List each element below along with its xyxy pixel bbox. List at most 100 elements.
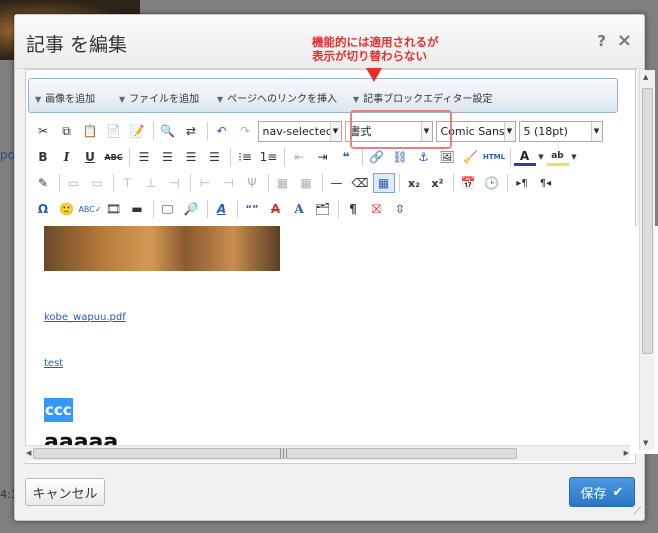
insert-date-icon[interactable]: 📅 [457,173,479,193]
align-center-icon[interactable]: ☰ [157,147,179,167]
page-break-icon[interactable]: ▬ [126,199,148,219]
vertical-scroll-thumb[interactable] [642,88,653,354]
scroll-up-icon[interactable]: ▲ [643,73,648,81]
insert-page-link-button[interactable]: ▼ ページへのリンクを挿入 [217,90,337,105]
toolbar-row-4: Ω 🙂 ABC✓ 🎞 ▬ 🖵 🔎 A “” A A 🗂 ¶ ⛝ ⇳ [32,198,413,220]
copy-icon[interactable]: ⧉ [56,121,78,141]
numbered-list-icon[interactable]: 1≡ [258,147,280,167]
link-icon[interactable]: 🔗 [366,147,388,167]
html-icon[interactable]: HTML [483,147,505,167]
emoticon-icon[interactable]: 🙂 [56,199,78,219]
resize-handle-icon[interactable]: ⟋ [634,506,641,517]
scroll-left-icon[interactable]: ◀ [26,449,31,457]
insert-bar: ▼ 画像を追加 ▼ ファイルを追加 ▼ ページへのリンクを挿入 ▼ 記事ブロックエディタ… [28,78,618,113]
remove-format-icon[interactable]: ⌫ [349,173,371,193]
underline-icon[interactable]: U [79,147,101,167]
insert-time-icon[interactable]: 🕒 [481,173,503,193]
separator [284,148,285,166]
anchor-icon[interactable]: ⚓ [413,147,435,167]
italic-icon[interactable]: I [56,147,78,167]
styles-icon[interactable]: A [211,199,233,219]
indent-icon[interactable]: ⇥ [312,147,334,167]
chevron-down-icon[interactable]: ▼ [537,147,545,167]
show-blocks-icon[interactable]: ¶ [342,199,364,219]
bold-icon[interactable]: B [32,147,54,167]
row-before-icon[interactable]: ⊤ [117,173,139,193]
selected-text[interactable]: ccc [44,398,73,422]
strikethrough-icon[interactable]: ABC [103,147,125,167]
align-left-icon[interactable]: ☰ [133,147,155,167]
nonbreaking-icon[interactable]: ⛝ [366,199,388,219]
table-icon[interactable]: ▦ [372,173,395,193]
add-file-button[interactable]: ▼ ファイルを追加 [119,90,199,105]
special-char-icon[interactable]: Ω [32,199,54,219]
redo-icon[interactable]: ↷ [234,121,256,141]
undo-icon[interactable]: ↶ [211,121,233,141]
save-button[interactable]: 保存 ✔ [569,477,635,507]
toolbar-row-3: ✎ ▭ ▭ ⊤ ⊥ ⊣ ⊢ ⊣ Ψ ▦ ▦ — ⌫ ▦ x₂ x² 📅 🕒 ▸¶… [32,172,558,194]
cancel-button[interactable]: キャンセル [25,478,105,506]
cleanup-icon[interactable]: 🧹 [460,147,482,167]
paste-text-icon[interactable]: 📄 [103,121,125,141]
font-select[interactable]: Comic Sans MS▼ [435,120,516,142]
visual-aid-icon[interactable]: ✎ [32,173,54,193]
chevron-down-icon: ▼ [590,121,602,141]
preview-icon[interactable]: 🔎 [180,199,202,219]
outdent-icon[interactable]: ⇤ [288,147,310,167]
font-icon[interactable]: A [288,199,310,219]
horizontal-scroll-thumb[interactable]: ||| [33,448,517,459]
replace-icon[interactable]: ⇄ [180,121,202,141]
save-label: 保存 [580,486,607,502]
test-link[interactable]: test [44,358,63,369]
align-justify-icon[interactable]: ☰ [204,147,226,167]
help-icon[interactable]: ? [597,32,606,50]
paste-word-icon[interactable]: 📝 [126,121,148,141]
page-layout-icon[interactable]: ⇳ [389,199,411,219]
subscript-icon[interactable]: x₂ [403,173,425,193]
pdf-link[interactable]: kobe_wapuu.pdf [44,312,126,323]
split-cells-icon[interactable]: ▦ [272,173,294,193]
class-select[interactable]: nav-selected ▼ [257,120,342,142]
fullscreen-icon[interactable]: 🖵 [157,199,179,219]
ltr-icon[interactable]: ▸¶ [511,173,533,193]
align-right-icon[interactable]: ☰ [180,147,202,167]
close-icon[interactable]: × [617,30,632,51]
vertical-scrollbar[interactable]: ▲ ▼ [639,70,655,450]
highlight-color-icon[interactable]: ab [546,148,569,166]
unlink-icon[interactable]: ⛓ [389,147,411,167]
separator [230,148,231,166]
cell-props-icon[interactable]: ▭ [86,173,108,193]
media-icon[interactable]: 🎞 [103,199,125,219]
cut-icon[interactable]: ✂ [32,121,54,141]
paste-icon[interactable]: 📋 [79,121,101,141]
block-editor-settings-button[interactable]: ▼ 記事ブロックエディター設定 [353,90,492,105]
blockquote-icon[interactable]: ❝ [335,147,357,167]
rtl-icon[interactable]: ¶◂ [535,173,557,193]
superscript-icon[interactable]: x² [427,173,449,193]
template-icon[interactable]: 🗂 [312,199,334,219]
delete-row-icon[interactable]: ⊣ [164,173,186,193]
delete-col-icon[interactable]: Ψ [241,173,263,193]
image-icon[interactable]: 🖼 [436,147,458,167]
strike-format-icon[interactable]: A [265,199,287,219]
cite-icon[interactable]: “” [241,199,263,219]
row-after-icon[interactable]: ⊥ [140,173,162,193]
chevron-down-icon[interactable]: ▼ [570,147,578,167]
scroll-right-icon[interactable]: ▶ [624,449,629,457]
add-image-button[interactable]: ▼ 画像を追加 [35,90,95,105]
find-icon[interactable]: 🔍 [157,121,179,141]
spellcheck-icon[interactable]: ABC✓ [78,199,101,219]
scroll-down-icon[interactable]: ▼ [643,439,648,447]
font-size-select[interactable]: 5 (18pt) ▼ [518,120,603,142]
annotation-line-1: 機能的には適用されるが [312,35,439,49]
text-color-icon[interactable]: A [513,148,536,166]
col-before-icon[interactable]: ⊢ [194,173,216,193]
format-select[interactable]: 書式 ▼ [344,120,433,142]
col-after-icon[interactable]: ⊣ [218,173,240,193]
row-props-icon[interactable]: ▭ [63,173,85,193]
merge-cells-icon[interactable]: ▦ [295,173,317,193]
horizontal-rule-icon[interactable]: — [326,173,348,193]
horizontal-scrollbar[interactable]: ◀ ||| ▶ [25,445,630,461]
editor-content[interactable]: kobe_wapuu.pdf test ccc aaaaa [32,226,658,454]
bullet-list-icon[interactable]: ⁝≡ [234,147,256,167]
